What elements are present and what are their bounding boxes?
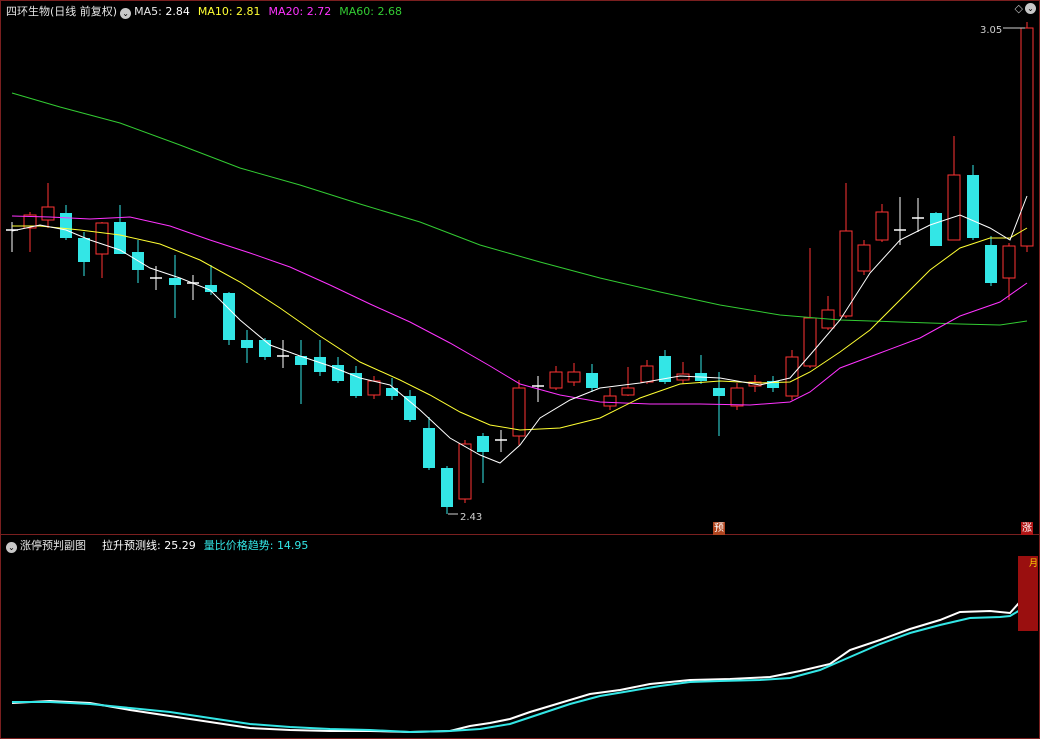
candle-body: [423, 428, 435, 468]
panel-divider: [0, 534, 1040, 535]
candle-body: [549, 371, 563, 389]
candle-body: [875, 211, 889, 241]
line1-value: 25.29: [164, 539, 196, 552]
sub-chart-header: ⌄ 涨停预判副图 拉升预测线: 25.29 量比价格趋势: 14.95: [6, 539, 308, 553]
candle-body: [567, 371, 581, 383]
candle-body: [713, 388, 725, 396]
candle-body: [603, 395, 617, 407]
ma5-value: 2.84: [165, 5, 190, 18]
candle-body: [1002, 245, 1016, 279]
candle-body: [223, 293, 235, 340]
ma10-value: 2.81: [236, 5, 261, 18]
chevron-down-icon[interactable]: ⌄: [120, 8, 132, 19]
limit-up-tag: 涨: [1021, 522, 1033, 535]
candle-body: [857, 244, 871, 272]
candle-body: [947, 174, 961, 241]
candle-body: [458, 443, 472, 500]
candle-body: [259, 340, 271, 357]
low-price-label: 2.43: [460, 512, 482, 523]
candle-body: [95, 222, 109, 255]
candle-body: [78, 238, 90, 262]
high-price-label: 3.05: [980, 25, 1002, 36]
candle-body: [441, 468, 453, 507]
ma60-label: MA60:: [339, 5, 374, 18]
candle-body: [803, 317, 817, 367]
ma60-line: [11, 92, 1028, 326]
candle-body: [367, 380, 381, 396]
trend-line: [12, 605, 1028, 734]
candle-body: [386, 388, 398, 396]
line2-value: 14.95: [276, 539, 309, 552]
line2-label: 量比价格趋势:: [203, 539, 274, 552]
ma10-label: MA10:: [197, 5, 233, 18]
candle-body: [930, 213, 942, 246]
candlestick-chart[interactable]: 3.05 2.43: [0, 0, 1040, 739]
candle-body: [676, 373, 690, 381]
line1-label: 拉升预测线:: [102, 539, 161, 552]
chevron-down-icon[interactable]: ⌄: [6, 542, 17, 553]
ma20-value: 2.72: [306, 5, 332, 18]
settings-circle-icon[interactable]: ⌄: [1025, 3, 1036, 14]
candle-body: [985, 245, 997, 283]
candle-body: [586, 373, 598, 388]
candle-body: [477, 436, 489, 452]
sub-chart-title[interactable]: 涨停预判副图: [20, 539, 86, 552]
candle-body: [241, 340, 253, 348]
signal-block-label: 月: [1029, 559, 1039, 569]
ma20-line: [11, 215, 1028, 406]
candle-body: [967, 175, 979, 238]
candle-body: [785, 356, 799, 397]
candle-body: [730, 387, 744, 407]
candle-body: [621, 387, 635, 396]
candle-body: [41, 206, 55, 221]
candle-body: [114, 222, 126, 254]
ma60-value: 2.68: [377, 5, 402, 18]
candle-body: [169, 278, 181, 285]
candle-body: [60, 213, 72, 238]
main-chart-header: 四环生物(日线 前复权) ⌄ MA5: 2.84 MA10: 2.81 MA20: 2.…: [6, 5, 402, 19]
predict-tag: 预: [713, 522, 725, 535]
candle-body: [1020, 27, 1034, 247]
stock-title[interactable]: 四环生物(日线 前复权): [6, 5, 117, 18]
candle-body: [404, 396, 416, 420]
ma5-label: MA5:: [134, 5, 162, 18]
diamond-icon[interactable]: ◇: [1015, 2, 1023, 15]
candle-body: [640, 365, 654, 383]
ma20-label: MA20:: [268, 5, 304, 18]
